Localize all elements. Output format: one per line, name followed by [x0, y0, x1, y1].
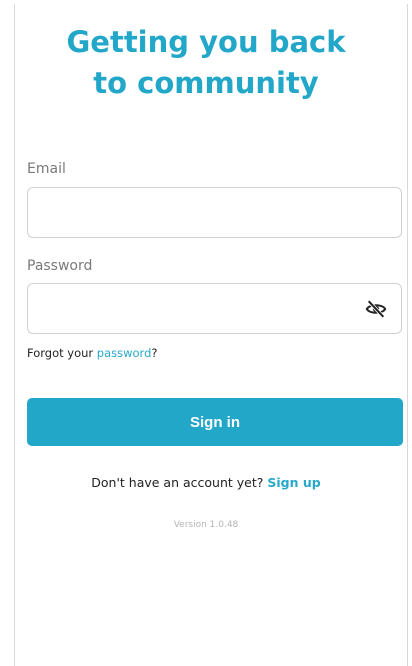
password-field-wrapper[interactable]: [27, 283, 402, 334]
forgot-password-link[interactable]: password: [97, 346, 152, 360]
password-label: Password: [27, 258, 93, 274]
eye-off-icon[interactable]: [365, 298, 387, 320]
sign-in-button[interactable]: Sign in: [27, 398, 403, 446]
forgot-prefix: Forgot your: [27, 346, 97, 360]
password-field[interactable]: [28, 284, 362, 333]
version-text: Version 1.0.48: [173, 520, 239, 530]
email-field[interactable]: [28, 188, 362, 237]
email-field-wrapper[interactable]: [27, 187, 402, 238]
title-line-1: Getting you back: [66, 25, 346, 59]
forgot-password-row: Forgot your password?: [27, 346, 158, 360]
forgot-suffix: ?: [151, 346, 158, 360]
sign-up-link[interactable]: Sign up: [267, 475, 320, 490]
email-label: Email: [27, 161, 66, 177]
page-title: Getting you back to community: [0, 22, 412, 104]
signup-row: Don't have an account yet? Sign up: [0, 475, 412, 490]
title-line-2: to community: [93, 66, 319, 100]
no-account-text: Don't have an account yet?: [91, 475, 264, 490]
